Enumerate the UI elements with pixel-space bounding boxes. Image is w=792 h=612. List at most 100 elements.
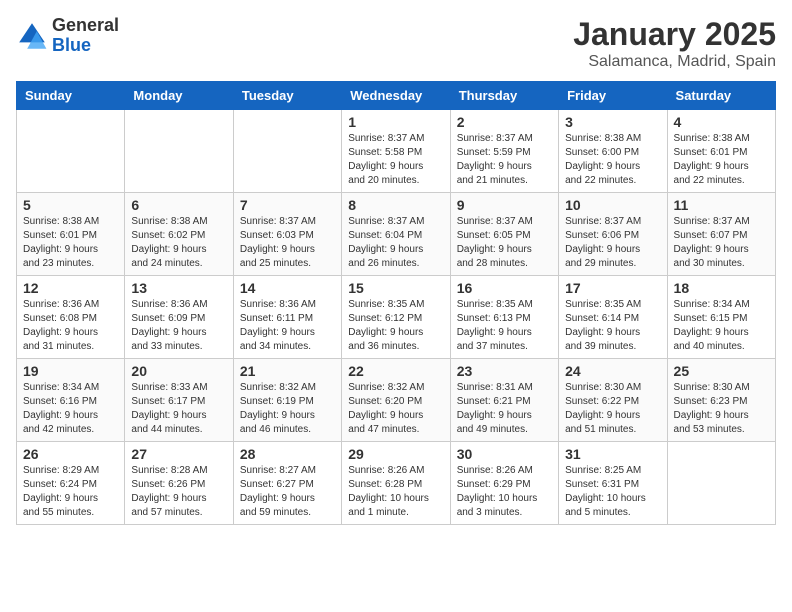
day-info: Sunrise: 8:27 AM Sunset: 6:27 PM Dayligh…: [240, 464, 335, 520]
day-number: 21: [240, 363, 335, 379]
calendar-cell: [125, 110, 233, 193]
day-info: Sunrise: 8:37 AM Sunset: 6:05 PM Dayligh…: [457, 215, 552, 271]
weekday-header-tuesday: Tuesday: [233, 82, 341, 110]
week-row-4: 26 Sunrise: 8:29 AM Sunset: 6:24 PM Dayli…: [17, 442, 776, 525]
day-number: 23: [457, 363, 552, 379]
day-info: Sunrise: 8:38 AM Sunset: 6:01 PM Dayligh…: [674, 132, 769, 188]
day-info: Sunrise: 8:38 AM Sunset: 6:02 PM Dayligh…: [131, 215, 226, 271]
calendar-cell: 7Sunrise: 8:37 AM Sunset: 6:03 PM Daylig…: [233, 193, 341, 276]
day-number: 27: [131, 446, 226, 462]
calendar-cell: [667, 442, 775, 525]
weekday-header-row: SundayMondayTuesdayWednesdayThursdayFrid…: [17, 82, 776, 110]
month-year: January 2025: [573, 16, 776, 53]
day-number: 7: [240, 197, 335, 213]
day-info: Sunrise: 8:36 AM Sunset: 6:11 PM Dayligh…: [240, 298, 335, 354]
calendar-cell: 23 Sunrise: 8:31 AM Sunset: 6:21 PM Dayli…: [450, 359, 558, 442]
day-info: Sunrise: 8:25 AM Sunset: 6:31 PM Dayligh…: [565, 464, 660, 520]
day-info: Sunrise: 8:37 AM Sunset: 6:07 PM Dayligh…: [674, 215, 769, 271]
title-block: January 2025 Salamanca, Madrid, Spain: [573, 16, 776, 71]
day-info: Sunrise: 8:34 AM Sunset: 6:16 PM Dayligh…: [23, 381, 118, 437]
day-info: Sunrise: 8:32 AM Sunset: 6:20 PM Dayligh…: [348, 381, 443, 437]
day-number: 13: [131, 280, 226, 296]
week-row-3: 19Sunrise: 8:34 AM Sunset: 6:16 PM Dayli…: [17, 359, 776, 442]
day-number: 18: [674, 280, 769, 296]
weekday-header-thursday: Thursday: [450, 82, 558, 110]
day-number: 9: [457, 197, 552, 213]
day-number: 8: [348, 197, 443, 213]
week-row-2: 12 Sunrise: 8:36 AM Sunset: 6:08 PM Dayli…: [17, 276, 776, 359]
day-number: 1: [348, 114, 443, 130]
calendar-cell: 25 Sunrise: 8:30 AM Sunset: 6:23 PM Dayli…: [667, 359, 775, 442]
day-info: Sunrise: 8:37 AM Sunset: 6:04 PM Dayligh…: [348, 215, 443, 271]
calendar-cell: 26 Sunrise: 8:29 AM Sunset: 6:24 PM Dayli…: [17, 442, 125, 525]
day-number: 25: [674, 363, 769, 379]
calendar-cell: 10 Sunrise: 8:37 AM Sunset: 6:06 PM Dayli…: [559, 193, 667, 276]
day-info: Sunrise: 8:38 AM Sunset: 6:01 PM Dayligh…: [23, 215, 118, 271]
day-number: 10: [565, 197, 660, 213]
day-number: 2: [457, 114, 552, 130]
calendar-cell: 12 Sunrise: 8:36 AM Sunset: 6:08 PM Dayli…: [17, 276, 125, 359]
day-info: Sunrise: 8:37 AM Sunset: 5:59 PM Dayligh…: [457, 132, 552, 188]
day-number: 24: [565, 363, 660, 379]
day-info: Sunrise: 8:34 AM Sunset: 6:15 PM Dayligh…: [674, 298, 769, 354]
day-number: 16: [457, 280, 552, 296]
day-info: Sunrise: 8:30 AM Sunset: 6:22 PM Dayligh…: [565, 381, 660, 437]
calendar-cell: 30 Sunrise: 8:26 AM Sunset: 6:29 PM Dayli…: [450, 442, 558, 525]
location: Salamanca, Madrid, Spain: [573, 53, 776, 71]
calendar-cell: 21 Sunrise: 8:32 AM Sunset: 6:19 PM Dayli…: [233, 359, 341, 442]
calendar-cell: 5 Sunrise: 8:38 AM Sunset: 6:01 PM Daylig…: [17, 193, 125, 276]
calendar-cell: 19Sunrise: 8:34 AM Sunset: 6:16 PM Dayli…: [17, 359, 125, 442]
week-row-1: 5 Sunrise: 8:38 AM Sunset: 6:01 PM Daylig…: [17, 193, 776, 276]
day-number: 31: [565, 446, 660, 462]
calendar-cell: [233, 110, 341, 193]
calendar-table: SundayMondayTuesdayWednesdayThursdayFrid…: [16, 81, 776, 525]
logo-text: General Blue: [52, 16, 119, 56]
day-number: 12: [23, 280, 118, 296]
calendar-cell: 18 Sunrise: 8:34 AM Sunset: 6:15 PM Dayli…: [667, 276, 775, 359]
day-info: Sunrise: 8:36 AM Sunset: 6:08 PM Dayligh…: [23, 298, 118, 354]
calendar-cell: 29Sunrise: 8:26 AM Sunset: 6:28 PM Dayli…: [342, 442, 450, 525]
day-number: 17: [565, 280, 660, 296]
weekday-header-sunday: Sunday: [17, 82, 125, 110]
day-info: Sunrise: 8:35 AM Sunset: 6:13 PM Dayligh…: [457, 298, 552, 354]
day-number: 20: [131, 363, 226, 379]
logo: General Blue: [16, 16, 119, 56]
day-info: Sunrise: 8:28 AM Sunset: 6:26 PM Dayligh…: [131, 464, 226, 520]
logo-general: General: [52, 15, 119, 35]
day-number: 26: [23, 446, 118, 462]
calendar-cell: 1Sunrise: 8:37 AM Sunset: 5:58 PM Daylig…: [342, 110, 450, 193]
day-number: 30: [457, 446, 552, 462]
day-info: Sunrise: 8:31 AM Sunset: 6:21 PM Dayligh…: [457, 381, 552, 437]
day-info: Sunrise: 8:26 AM Sunset: 6:29 PM Dayligh…: [457, 464, 552, 520]
weekday-header-wednesday: Wednesday: [342, 82, 450, 110]
day-number: 6: [131, 197, 226, 213]
calendar-cell: 22Sunrise: 8:32 AM Sunset: 6:20 PM Dayli…: [342, 359, 450, 442]
day-number: 29: [348, 446, 443, 462]
header: General Blue January 2025 Salamanca, Mad…: [16, 16, 776, 71]
day-info: Sunrise: 8:37 AM Sunset: 6:06 PM Dayligh…: [565, 215, 660, 271]
calendar-cell: 9 Sunrise: 8:37 AM Sunset: 6:05 PM Daylig…: [450, 193, 558, 276]
logo-blue: Blue: [52, 35, 91, 55]
calendar-cell: [17, 110, 125, 193]
calendar-cell: 4Sunrise: 8:38 AM Sunset: 6:01 PM Daylig…: [667, 110, 775, 193]
calendar-cell: 20Sunrise: 8:33 AM Sunset: 6:17 PM Dayli…: [125, 359, 233, 442]
day-info: Sunrise: 8:29 AM Sunset: 6:24 PM Dayligh…: [23, 464, 118, 520]
day-info: Sunrise: 8:30 AM Sunset: 6:23 PM Dayligh…: [674, 381, 769, 437]
calendar-cell: 24 Sunrise: 8:30 AM Sunset: 6:22 PM Dayli…: [559, 359, 667, 442]
logo-icon: [16, 20, 48, 52]
day-number: 3: [565, 114, 660, 130]
weekday-header-saturday: Saturday: [667, 82, 775, 110]
week-row-0: 1Sunrise: 8:37 AM Sunset: 5:58 PM Daylig…: [17, 110, 776, 193]
day-info: Sunrise: 8:32 AM Sunset: 6:19 PM Dayligh…: [240, 381, 335, 437]
day-info: Sunrise: 8:35 AM Sunset: 6:12 PM Dayligh…: [348, 298, 443, 354]
day-number: 5: [23, 197, 118, 213]
calendar-cell: 14Sunrise: 8:36 AM Sunset: 6:11 PM Dayli…: [233, 276, 341, 359]
weekday-header-monday: Monday: [125, 82, 233, 110]
calendar-cell: 11Sunrise: 8:37 AM Sunset: 6:07 PM Dayli…: [667, 193, 775, 276]
calendar-cell: 13Sunrise: 8:36 AM Sunset: 6:09 PM Dayli…: [125, 276, 233, 359]
day-number: 28: [240, 446, 335, 462]
calendar-cell: 31 Sunrise: 8:25 AM Sunset: 6:31 PM Dayli…: [559, 442, 667, 525]
calendar-cell: 17Sunrise: 8:35 AM Sunset: 6:14 PM Dayli…: [559, 276, 667, 359]
calendar-cell: 3Sunrise: 8:38 AM Sunset: 6:00 PM Daylig…: [559, 110, 667, 193]
calendar-cell: 27 Sunrise: 8:28 AM Sunset: 6:26 PM Dayli…: [125, 442, 233, 525]
